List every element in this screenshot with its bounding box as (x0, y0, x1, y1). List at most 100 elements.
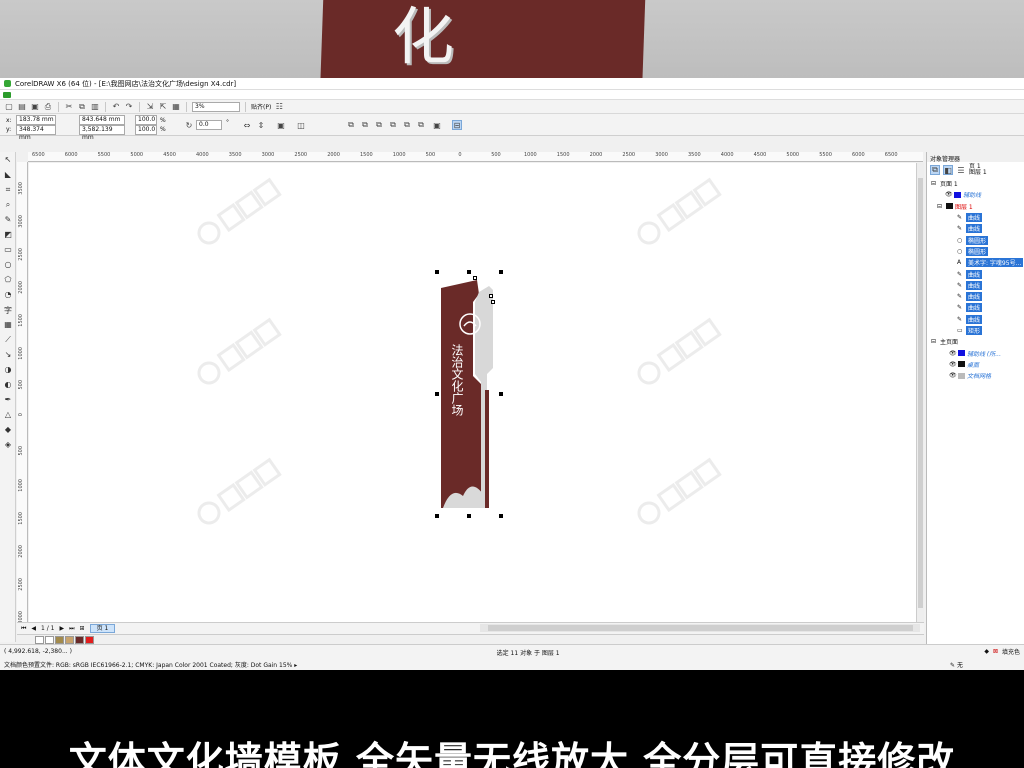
pick-tool-icon[interactable]: ↖ (2, 155, 14, 167)
collapse-icon[interactable]: ⊟ (931, 180, 938, 187)
tree-object[interactable]: ✎ 曲线 (927, 268, 1024, 279)
selection-handle[interactable] (435, 392, 439, 396)
trim-icon[interactable]: ⧉ (360, 120, 370, 130)
intersect-icon[interactable]: ⧉ (374, 120, 384, 130)
print-icon[interactable]: ⎙ (43, 102, 53, 112)
edit-across-layers-icon[interactable]: ◧ (943, 165, 953, 175)
corel-menu-icon[interactable] (3, 91, 11, 98)
tree-page-1[interactable]: ⊟ 页面 1 (927, 178, 1024, 189)
selection-handle[interactable] (467, 514, 471, 518)
node-handle[interactable] (489, 294, 493, 298)
tree-layer-1[interactable]: ⊟ 图层 1 (927, 201, 1024, 212)
table-tool-icon[interactable]: ▦ (2, 320, 14, 332)
tree-master-layer[interactable]: 👁 辅助线 (所... (927, 347, 1024, 358)
rotate-icon[interactable]: ↻ (184, 120, 194, 130)
selection-handle[interactable] (435, 270, 439, 274)
transparency-tool-icon[interactable]: ◐ (2, 380, 14, 392)
tree-object[interactable]: ✎ 曲线 (927, 212, 1024, 223)
node-handle[interactable] (491, 300, 495, 304)
redo-icon[interactable]: ↷ (124, 102, 134, 112)
mirror-vertical-icon[interactable]: ⇕ (256, 120, 266, 130)
interactive-fill-icon[interactable]: ◈ (2, 440, 14, 452)
front-minus-back-icon[interactable]: ⧉ (402, 120, 412, 130)
selection-handle[interactable] (499, 270, 503, 274)
outline-indicator[interactable]: ✎ 无 (950, 660, 963, 669)
paste-icon[interactable]: ▥ (90, 102, 100, 112)
snap-to-button[interactable]: 贴齐(P) (251, 102, 271, 111)
angle-field[interactable]: 0.0 (196, 120, 222, 130)
color-profile-info[interactable]: 文档颜色预置文件: RGB: sRGB IEC61966-2.1; CMYK: … (4, 662, 297, 669)
scroll-thumb[interactable] (488, 625, 913, 631)
node-handle[interactable] (473, 276, 477, 280)
group-icon[interactable]: ▣ (276, 120, 286, 130)
copy-icon[interactable]: ⧉ (77, 102, 87, 112)
next-page-icon[interactable]: ▶ (60, 625, 65, 632)
open-icon[interactable]: ▤ (17, 102, 27, 112)
tree-object[interactable]: ○ 椭圆形 (927, 246, 1024, 257)
prev-page-icon[interactable]: ◀ (31, 625, 36, 632)
text-tool-icon[interactable]: 字 (2, 305, 14, 317)
add-page-icon[interactable]: ⊞ (80, 625, 85, 632)
save-icon[interactable]: ▣ (30, 102, 40, 112)
scroll-thumb[interactable] (918, 178, 923, 608)
tree-master-layer[interactable]: 👁 桌面 (927, 359, 1024, 370)
align-icon[interactable]: ⊟ (452, 120, 462, 130)
selection-handle[interactable] (467, 270, 471, 274)
tree-guides[interactable]: 👁 辅助线 (927, 189, 1024, 200)
last-page-icon[interactable]: ⏭ (69, 625, 74, 633)
weld-icon[interactable]: ⧉ (346, 120, 356, 130)
horizontal-scrollbar[interactable] (480, 624, 920, 632)
tree-master-layer[interactable]: 👁 文档网格 (927, 370, 1024, 381)
combine-icon[interactable]: ◫ (296, 120, 306, 130)
smart-fill-icon[interactable]: ◩ (2, 230, 14, 242)
selection-handle[interactable] (499, 514, 503, 518)
scale-height-field[interactable]: 100.0 (135, 125, 157, 135)
height-field[interactable]: 3,582.139 mm (79, 125, 125, 141)
color-swatch[interactable] (75, 635, 84, 644)
eye-icon[interactable]: 👁 (949, 350, 957, 357)
basic-shapes-icon[interactable]: ◔ (2, 290, 14, 302)
simplify-icon[interactable]: ⧉ (388, 120, 398, 130)
tree-object[interactable]: ○ 椭圆形 (927, 234, 1024, 245)
horizontal-ruler[interactable]: 6500 6000 5500 5000 4500 4000 3500 3000 2500 2000… (28, 152, 923, 162)
cut-icon[interactable]: ✂ (64, 102, 74, 112)
undo-icon[interactable]: ↶ (111, 102, 121, 112)
blend-tool-icon[interactable]: ◑ (2, 365, 14, 377)
y-field[interactable]: 348.374 mm (16, 125, 56, 141)
publish-pdf-icon[interactable]: ▦ (171, 102, 181, 112)
x-field[interactable]: 183.78 mm (16, 115, 56, 125)
tree-object[interactable]: ✎ 曲线 (927, 280, 1024, 291)
eyedropper-icon[interactable]: ✒ (2, 395, 14, 407)
color-swatch[interactable] (85, 635, 94, 644)
tree-master-page[interactable]: ⊟ 主页面 (927, 336, 1024, 347)
rectangle-tool-icon[interactable]: ▭ (2, 245, 14, 257)
tree-object[interactable]: ✎ 曲线 (927, 291, 1024, 302)
sign-design[interactable]: 法治文化广场 (435, 270, 503, 518)
boundary-icon[interactable]: ▣ (432, 120, 442, 130)
color-swatch[interactable] (35, 635, 44, 644)
color-swatch[interactable] (65, 635, 74, 644)
eye-icon[interactable]: 👁 (949, 372, 957, 379)
layer-manager-icon[interactable]: ☰ (956, 165, 966, 175)
ellipse-tool-icon[interactable]: ○ (2, 260, 14, 272)
tree-object[interactable]: ✎ 曲线 (927, 314, 1024, 325)
tree-object[interactable]: ✎ 曲线 (927, 302, 1024, 313)
collapse-icon[interactable]: ⊟ (931, 338, 938, 345)
fill-indicator[interactable]: ◆ ⊠ 填充色 (984, 648, 1020, 656)
crop-tool-icon[interactable]: ⌗ (2, 185, 14, 197)
vertical-scrollbar[interactable] (916, 163, 924, 622)
zoom-tool-icon[interactable]: ⌕ (2, 200, 14, 212)
page-tab[interactable]: 页 1 (89, 624, 116, 633)
eye-icon[interactable]: 👁 (945, 191, 953, 198)
selection-handle[interactable] (435, 514, 439, 518)
options-icon[interactable]: ☷ (274, 102, 284, 112)
export-icon[interactable]: ⇱ (158, 102, 168, 112)
polygon-tool-icon[interactable]: ⬠ (2, 275, 14, 287)
width-field[interactable]: 843.648 mm (79, 115, 125, 125)
vertical-ruler[interactable]: 3500 3000 2500 2000 1500 1000 500 0 500 1000 1500 2… (17, 162, 28, 624)
new-icon[interactable]: ▢ (4, 102, 14, 112)
tree-object[interactable]: ✎ 曲线 (927, 223, 1024, 234)
outline-pen-icon[interactable]: △ (2, 410, 14, 422)
collapse-icon[interactable]: ⊟ (937, 203, 944, 210)
color-swatch[interactable] (55, 635, 64, 644)
